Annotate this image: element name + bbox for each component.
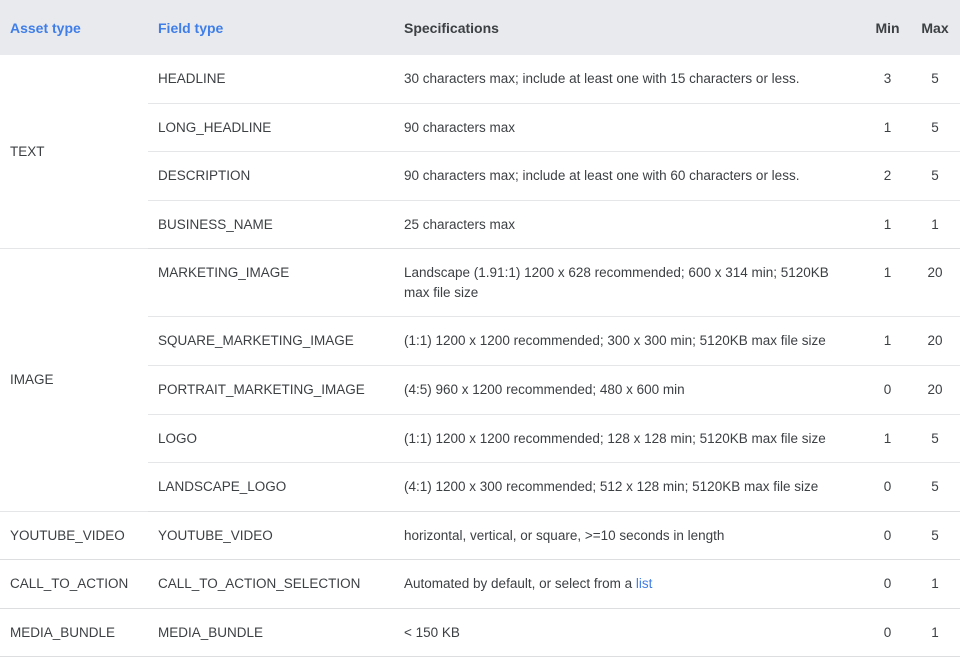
header-row: Asset type Field type Specifications Min… bbox=[0, 0, 960, 55]
field-type-cell: SQUARE_MARKETING_IMAGE bbox=[148, 316, 397, 366]
specifications-cell: 30 characters max; include at least one … bbox=[397, 55, 865, 104]
column-header-specifications: Specifications bbox=[397, 0, 865, 55]
table-row: TEXT HEADLINE 30 characters max; include a… bbox=[0, 55, 960, 250]
max-value-cell: 5 bbox=[910, 511, 960, 561]
specifications-cell: (1:1) 1200 x 1200 recommended; 128 x 128… bbox=[397, 414, 865, 464]
specifications-cell: 25 characters max bbox=[397, 200, 865, 250]
asset-type-cell: CALL_TO_ACTION bbox=[0, 559, 148, 609]
field-type-cell: YOUTUBE_VIDEO bbox=[148, 511, 397, 561]
specifications-cell: (1:1) 1200 x 1200 recommended; 300 x 300… bbox=[397, 316, 865, 366]
min-value-cell: 1 bbox=[865, 414, 910, 464]
table-body: TEXT HEADLINE 30 characters max; include a… bbox=[0, 55, 960, 657]
min-value-cell: 0 bbox=[865, 365, 910, 415]
field-type-cell: CALL_TO_ACTION_SELECTION bbox=[148, 559, 397, 609]
asset-type-cell: IMAGE bbox=[0, 248, 148, 512]
specifications-cell: < 150 KB bbox=[397, 608, 865, 657]
specifications-cell: Automated by default, or select from a l… bbox=[397, 559, 865, 609]
field-type-cell: MEDIA_BUNDLE bbox=[148, 608, 397, 657]
min-value-cell: 1 bbox=[865, 103, 910, 153]
asset-type-cell: YOUTUBE_VIDEO bbox=[0, 511, 148, 561]
column-header-max: Max bbox=[910, 0, 960, 55]
min-value-cell: 1 bbox=[865, 316, 910, 366]
field-type-cell: LANDSCAPE_LOGO bbox=[148, 462, 397, 512]
min-value-cell: 0 bbox=[865, 462, 910, 512]
field-type-cell: LONG_HEADLINE bbox=[148, 103, 397, 153]
specifications-cell: horizontal, vertical, or square, >=10 se… bbox=[397, 511, 865, 561]
min-value-cell: 2 bbox=[865, 151, 910, 201]
max-value-cell: 1 bbox=[910, 559, 960, 609]
min-value-cell: 0 bbox=[865, 511, 910, 561]
max-value-cell: 1 bbox=[910, 608, 960, 657]
min-value-cell: 3 bbox=[865, 55, 910, 104]
max-value-cell: 1 bbox=[910, 200, 960, 250]
asset-type-cell: MEDIA_BUNDLE bbox=[0, 608, 148, 657]
min-value-cell: 0 bbox=[865, 559, 910, 609]
table-row: CALL_TO_ACTION CALL_TO_ACTION_SELECTION Au… bbox=[0, 559, 960, 609]
field-type-cell: MARKETING_IMAGE bbox=[148, 248, 397, 318]
column-header-min: Min bbox=[865, 0, 910, 55]
table-row: IMAGE MARKETING_IMAGE Landscape (1.91:1) 1… bbox=[0, 248, 960, 512]
specifications-cell: 90 characters max bbox=[397, 103, 865, 153]
max-value-cell: 20 bbox=[910, 248, 960, 318]
min-value-cell: 1 bbox=[865, 200, 910, 250]
column-header-field-type[interactable]: Field type bbox=[148, 0, 397, 55]
max-value-cell: 5 bbox=[910, 55, 960, 104]
field-type-cell: DESCRIPTION bbox=[148, 151, 397, 201]
max-value-cell: 20 bbox=[910, 316, 960, 366]
field-type-cell: HEADLINE bbox=[148, 55, 397, 104]
max-value-cell: 5 bbox=[910, 103, 960, 153]
asset-specifications-table: Asset type Field type Specifications Min… bbox=[0, 0, 960, 657]
field-type-cell: BUSINESS_NAME bbox=[148, 200, 397, 250]
specifications-cell: 90 characters max; include at least one … bbox=[397, 151, 865, 201]
min-value-cell: 0 bbox=[865, 608, 910, 657]
call-to-action-list-link[interactable]: list bbox=[636, 576, 653, 591]
max-value-cell: 5 bbox=[910, 462, 960, 512]
min-value-cell: 1 bbox=[865, 248, 910, 318]
column-header-asset-type[interactable]: Asset type bbox=[0, 0, 148, 55]
asset-type-cell: TEXT bbox=[0, 55, 148, 250]
field-type-cell: PORTRAIT_MARKETING_IMAGE bbox=[148, 365, 397, 415]
specifications-cell: (4:1) 1200 x 300 recommended; 512 x 128 … bbox=[397, 462, 865, 512]
specifications-cell: (4:5) 960 x 1200 recommended; 480 x 600 … bbox=[397, 365, 865, 415]
max-value-cell: 5 bbox=[910, 414, 960, 464]
field-type-cell: LOGO bbox=[148, 414, 397, 464]
table-row: MEDIA_BUNDLE MEDIA_BUNDLE < 150 KB 0 1 bbox=[0, 608, 960, 657]
specifications-text: Automated by default, or select from a bbox=[404, 576, 636, 592]
max-value-cell: 20 bbox=[910, 365, 960, 415]
table-row: YOUTUBE_VIDEO YOUTUBE_VIDEO horizontal, ve… bbox=[0, 511, 960, 561]
specifications-cell: Landscape (1.91:1) 1200 x 628 recommende… bbox=[397, 248, 865, 318]
max-value-cell: 5 bbox=[910, 151, 960, 201]
table-header: Asset type Field type Specifications Min… bbox=[0, 0, 960, 55]
